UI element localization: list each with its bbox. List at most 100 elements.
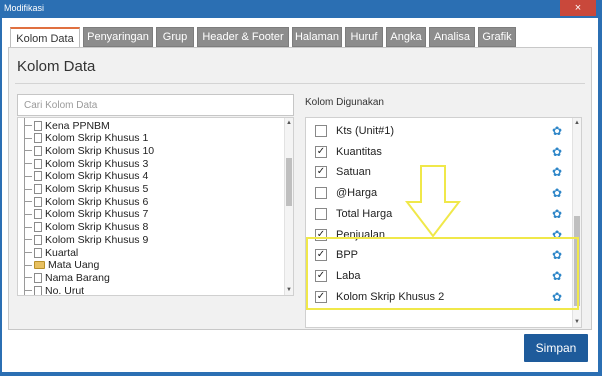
doc-icon — [34, 222, 42, 233]
tree-item[interactable]: No. Urut — [18, 284, 85, 296]
tree-branch — [24, 264, 32, 266]
used-columns-label: Kolom Digunakan — [305, 97, 384, 108]
tab-grup[interactable]: Grup — [156, 27, 194, 47]
gear-icon[interactable]: ✿ — [552, 124, 562, 138]
tree-branch — [24, 175, 32, 177]
scrollbar-thumb[interactable] — [286, 158, 292, 206]
tree-branch — [24, 213, 32, 215]
doc-icon — [34, 209, 42, 220]
close-icon: × — [574, 2, 582, 14]
tree-item[interactable]: Mata Uang — [18, 259, 99, 272]
tree-item[interactable]: Kolom Skrip Khusus 5 — [18, 183, 148, 196]
tree-item[interactable]: Kuartal — [18, 246, 78, 259]
folder-icon — [34, 261, 45, 270]
column-checkbox[interactable] — [315, 207, 327, 220]
doc-icon — [34, 158, 42, 169]
scroll-up-icon[interactable]: ▲ — [573, 120, 581, 126]
tab-kolom-data[interactable]: Kolom Data — [10, 27, 80, 48]
used-column-label: Kts (Unit#1) — [336, 125, 395, 137]
tree-item-label: Kolom Skrip Khusus 10 — [45, 144, 155, 157]
used-column-row[interactable]: Kts (Unit#1) ✿ — [306, 121, 572, 141]
tab-label: Angka — [390, 31, 422, 43]
tab-header-footer[interactable]: Header & Footer — [197, 27, 289, 47]
tree-branch — [24, 226, 32, 228]
divider — [15, 83, 585, 84]
scroll-up-icon[interactable]: ▲ — [285, 120, 293, 126]
doc-icon — [34, 145, 42, 156]
title-bar: Modifikasi × — [0, 0, 602, 18]
panel-title: Kolom Data — [17, 58, 96, 75]
tab-label: Halaman — [294, 31, 340, 43]
tree-item[interactable]: Kena PPNBM — [18, 119, 110, 132]
search-input[interactable]: Cari Kolom Data — [17, 94, 294, 116]
doc-icon — [34, 184, 42, 194]
tree-item-label: Nama Barang — [45, 271, 110, 284]
column-checkbox[interactable] — [315, 187, 327, 200]
doc-icon — [34, 272, 42, 283]
gear-icon[interactable]: ✿ — [552, 165, 562, 179]
tree-item[interactable]: Kolom Skrip Khusus 3 — [18, 157, 148, 170]
tab-analisa[interactable]: Analisa — [429, 27, 475, 47]
tab-label: Kolom Data — [16, 32, 74, 45]
tree-item[interactable]: Kolom Skrip Khusus 6 — [18, 195, 148, 208]
doc-icon — [34, 247, 42, 258]
used-column-label: Total Harga — [336, 207, 393, 220]
tree-branch — [24, 201, 32, 203]
tree-item-label: Kuartal — [45, 246, 79, 259]
tree-item-label: Mata Uang — [48, 259, 100, 272]
tree-item[interactable]: Kolom Skrip Khusus 10 — [18, 144, 154, 157]
used-column-row[interactable]: ✓ Kuantitas ✿ — [306, 142, 572, 162]
tree-branch — [24, 239, 32, 241]
doc-icon — [34, 120, 42, 131]
tree-scrollbar[interactable]: ▲ ▼ — [284, 118, 293, 295]
tree-item-label: Kolom Skrip Khusus 9 — [45, 233, 149, 246]
doc-icon — [34, 196, 42, 207]
tree-item-label: Kolom Skrip Khusus 1 — [45, 132, 149, 145]
tree-branch — [24, 150, 32, 152]
tree-item[interactable]: Kolom Skrip Khusus 4 — [18, 170, 148, 183]
tree-item[interactable]: Kolom Skrip Khusus 1 — [18, 132, 148, 145]
doc-icon — [34, 133, 42, 144]
tree-branch — [24, 125, 32, 126]
tab-label: Huruf — [350, 31, 378, 43]
tree-item[interactable]: Nama Barang — [18, 271, 110, 284]
doc-icon — [34, 171, 42, 182]
used-column-label: @Harga — [336, 187, 378, 200]
modify-dialog: Modifikasi × Kolom Data Penyaringan Grup He… — [0, 0, 602, 376]
tree-item[interactable]: Kolom Skrip Khusus 9 — [18, 233, 148, 246]
column-checkbox[interactable] — [315, 125, 327, 137]
tree-item-label: Kolom Skrip Khusus 4 — [45, 170, 149, 183]
tree-item-label: Kolom Skrip Khusus 6 — [45, 195, 149, 208]
tree-item-label: Kolom Skrip Khusus 7 — [45, 208, 149, 221]
tree-item-label: No. Urut — [45, 284, 85, 296]
tab-label: Header & Footer — [202, 31, 284, 43]
close-button[interactable]: × — [560, 0, 596, 16]
save-button[interactable]: Simpan — [524, 334, 588, 362]
highlight-box — [306, 237, 579, 310]
available-columns-tree[interactable]: Kena PPNBM Kolom Skrip Khusus 1 Kolom Skri… — [17, 117, 294, 296]
tab-angka[interactable]: Angka — [386, 27, 426, 47]
tree-item-label: Kolom Skrip Khusus 8 — [45, 221, 149, 234]
tree-branch — [24, 277, 32, 279]
search-placeholder: Cari Kolom Data — [24, 100, 98, 111]
gear-icon[interactable]: ✿ — [552, 207, 562, 221]
tab-halaman[interactable]: Halaman — [292, 27, 342, 47]
scroll-down-icon[interactable]: ▼ — [285, 287, 293, 293]
tree-item[interactable]: Kolom Skrip Khusus 7 — [18, 208, 148, 221]
tab-grafik[interactable]: Grafik — [478, 27, 516, 47]
tree-branch — [24, 163, 32, 165]
column-checkbox[interactable]: ✓ — [315, 166, 327, 179]
tree-branch — [24, 252, 32, 253]
gear-icon[interactable]: ✿ — [552, 186, 562, 200]
column-checkbox[interactable]: ✓ — [315, 145, 327, 158]
down-arrow-icon — [405, 165, 461, 238]
tree-item-label: Kolom Skrip Khusus 3 — [45, 157, 149, 170]
tree-branch — [24, 137, 32, 139]
gear-icon[interactable]: ✿ — [552, 145, 562, 159]
doc-icon — [34, 234, 42, 245]
scroll-down-icon[interactable]: ▼ — [573, 319, 581, 325]
tab-penyaringan[interactable]: Penyaringan — [83, 27, 153, 47]
tab-huruf[interactable]: Huruf — [345, 27, 383, 47]
tree-item[interactable]: Kolom Skrip Khusus 8 — [18, 221, 148, 234]
tab-label: Penyaringan — [87, 31, 149, 43]
